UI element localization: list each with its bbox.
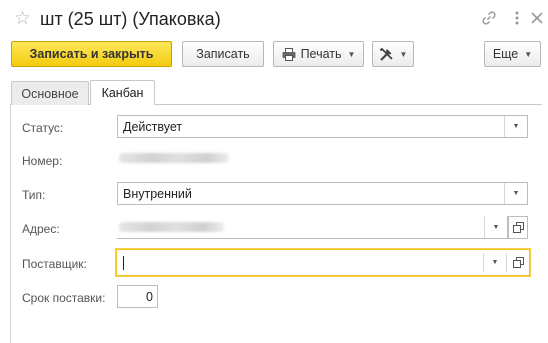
type-dropdown-icon[interactable]: ▼ [504,183,527,204]
open-window-icon [512,257,524,268]
lead-time-label: Срок поставки: [22,291,106,305]
lead-time-value: 0 [146,289,153,304]
supplier-dropdown-icon[interactable]: ▼ [483,253,506,272]
tab-main-label: Основное [21,86,79,101]
tab-kanban-label: Канбан [101,86,144,100]
supplier-open-button[interactable] [506,253,529,272]
chevron-down-icon: ▼ [347,49,356,59]
tab-main[interactable]: Основное [11,81,89,105]
supplier-label: Поставщик: [22,257,87,271]
save-and-close-button[interactable]: Записать и закрыть [11,41,172,67]
print-button[interactable]: Печать ▼ [273,41,364,67]
address-label: Адрес: [22,222,60,236]
text-cursor [123,255,124,270]
address-dropdown-icon[interactable]: ▼ [484,216,507,238]
supplier-input[interactable]: ▼ [116,249,530,276]
page-title: шт (25 шт) (Упаковка) [40,9,221,29]
tools-menu-button[interactable]: ▼ [372,41,414,67]
save-button[interactable]: Записать [182,41,264,67]
status-select[interactable]: Действует ▼ [117,115,528,138]
close-icon[interactable] [528,9,546,27]
type-label: Тип: [22,188,46,202]
lead-time-input[interactable]: 0 [117,285,158,308]
tab-kanban[interactable]: Канбан [90,80,155,105]
address-value-redacted [119,222,224,232]
more-label: Еще [492,47,519,61]
number-label: Номер: [22,154,63,168]
status-value: Действует [123,119,183,134]
address-open-button[interactable] [508,216,528,239]
print-label: Печать [300,47,342,61]
link-icon[interactable] [480,9,498,27]
more-actions-button[interactable]: Еще ▼ [484,41,541,67]
address-input[interactable]: ▼ [117,216,508,239]
save-and-close-label: Записать и закрыть [29,47,154,61]
panel-border [10,104,11,343]
open-window-icon [512,222,524,233]
type-value: Внутренний [123,186,192,201]
printer-icon [282,47,296,61]
type-select[interactable]: Внутренний ▼ [117,182,528,205]
chevron-down-icon: ▼ [399,49,408,59]
more-vertical-icon[interactable] [508,9,526,27]
save-label: Записать [196,47,250,61]
favorite-star-icon[interactable]: ☆ [14,8,31,30]
status-label: Статус: [22,121,64,135]
chevron-down-icon: ▼ [524,49,533,59]
status-dropdown-icon[interactable]: ▼ [504,116,527,137]
tools-icon [379,47,394,62]
number-value-redacted [119,153,229,163]
